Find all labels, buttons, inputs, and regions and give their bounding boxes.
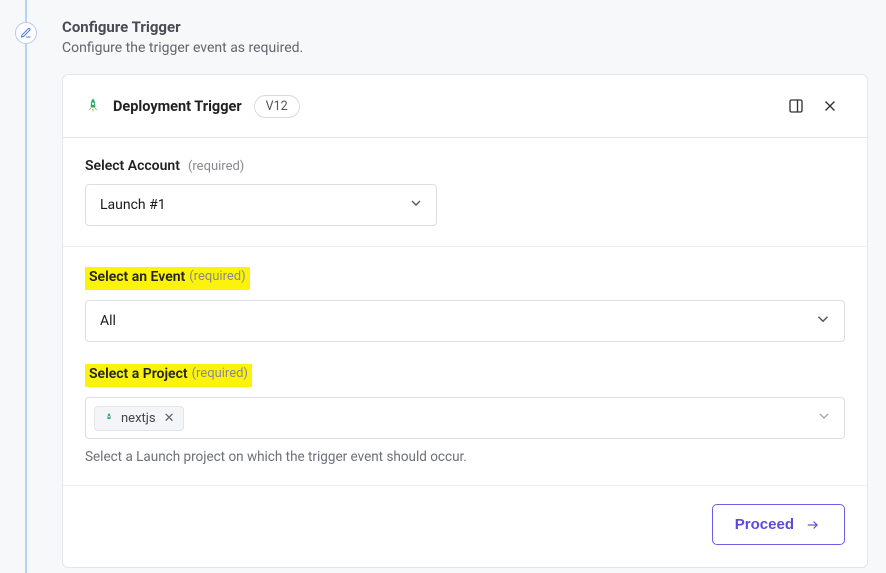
arrow-right-icon: [804, 518, 822, 532]
event-select[interactable]: All: [85, 300, 845, 342]
project-tag-label: nextjs: [121, 411, 156, 426]
rocket-icon: [103, 412, 115, 424]
timeline-line: [25, 0, 27, 573]
account-required: (required): [188, 159, 244, 174]
proceed-button[interactable]: Proceed: [712, 504, 845, 545]
event-label: Select an Event: [89, 269, 185, 288]
chevron-down-icon: [816, 408, 832, 428]
project-required: (required): [192, 366, 248, 385]
pencil-icon: [20, 27, 32, 39]
project-label: Select a Project: [89, 366, 188, 385]
event-value: All: [100, 313, 116, 329]
card-title: Deployment Trigger: [113, 98, 242, 115]
account-value: Launch #1: [100, 197, 166, 213]
trigger-card: Deployment Trigger V12 Select Account (r…: [62, 74, 868, 568]
close-icon[interactable]: [813, 89, 847, 123]
card-header: Deployment Trigger V12: [63, 75, 867, 138]
section-subtitle: Configure the trigger event as required.: [62, 40, 868, 56]
tag-remove-icon[interactable]: ✕: [164, 411, 175, 426]
version-badge: V12: [254, 95, 300, 118]
event-project-block: Select an Event (required) All Select a …: [63, 247, 867, 485]
proceed-label: Proceed: [735, 516, 794, 533]
chevron-down-icon: [814, 310, 832, 332]
section-title: Configure Trigger: [62, 18, 868, 36]
account-select[interactable]: Launch #1: [85, 184, 437, 226]
chevron-down-icon: [408, 195, 424, 215]
panel-icon[interactable]: [779, 89, 813, 123]
project-select[interactable]: nextjs ✕: [85, 397, 845, 439]
rocket-icon: [83, 96, 103, 116]
timeline-step-icon: [15, 22, 37, 44]
project-help-text: Select a Launch project on which the tri…: [85, 449, 845, 465]
project-tag: nextjs ✕: [94, 406, 184, 431]
account-label: Select Account: [85, 158, 180, 174]
card-footer: Proceed: [63, 485, 867, 567]
account-block: Select Account (required) Launch #1: [63, 138, 867, 247]
event-required: (required): [189, 269, 245, 288]
